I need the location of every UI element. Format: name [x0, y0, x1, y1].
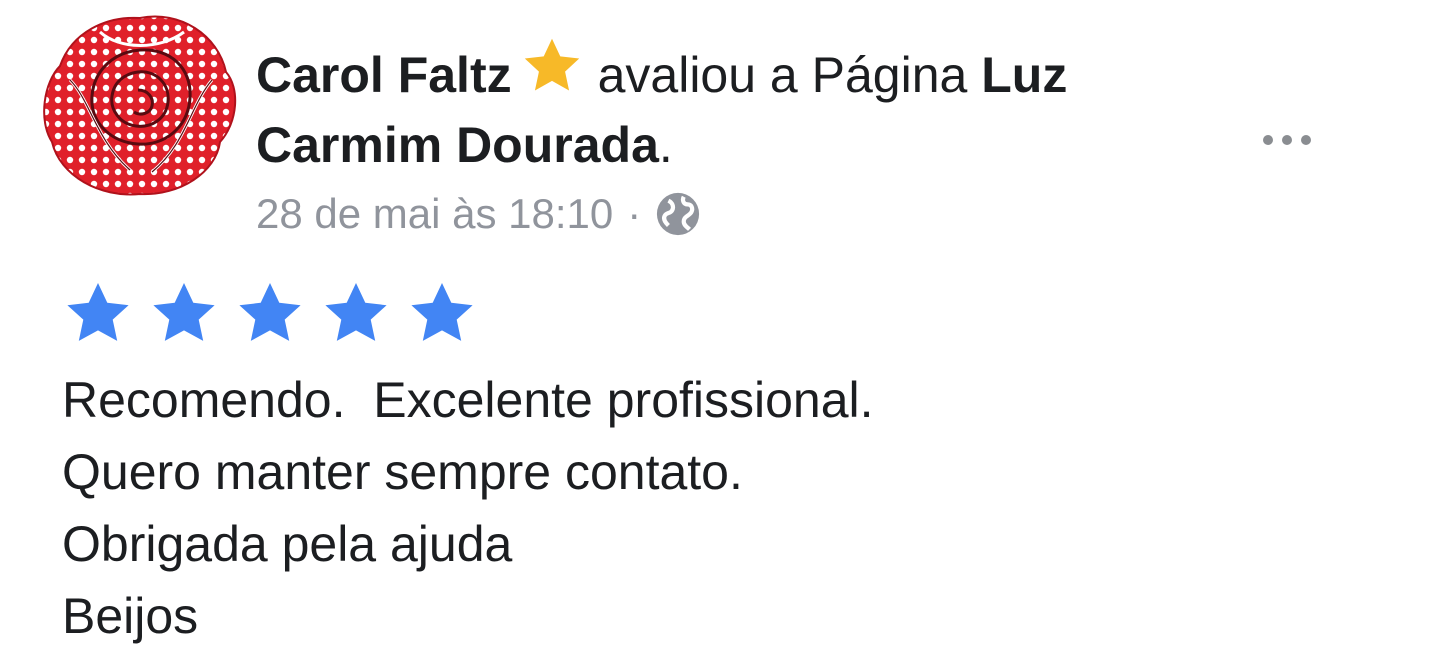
review-line: Beijos [62, 588, 199, 644]
rating-star-icon [153, 283, 215, 341]
review-post: Carol Faltz avaliou a Página Luz Carmim D… [0, 0, 1455, 672]
more-options-icon [1263, 135, 1273, 145]
rose-avatar-image [43, 15, 237, 196]
post-timestamp[interactable]: 28 de mai às 18:10 [256, 190, 613, 238]
action-text: avaliou a Página [597, 47, 968, 103]
author-name-link[interactable]: Carol Faltz [256, 47, 512, 103]
header-period: . [658, 117, 673, 173]
more-options-dot [1301, 135, 1311, 145]
star-badge-icon [520, 34, 584, 98]
globe-icon[interactable] [655, 191, 701, 237]
review-line: Obrigada pela ajuda [62, 516, 513, 572]
review-line: Recomendo. Excelente profissional. [62, 372, 874, 428]
review-text: Recomendo. Excelente profissional. Quero … [62, 364, 874, 652]
post-meta: 28 de mai às 18:10 · [256, 190, 701, 238]
more-options-dot [1282, 135, 1292, 145]
review-line: Quero manter sempre contato. [62, 444, 743, 500]
rating-star-icon [325, 283, 387, 341]
more-options-button[interactable] [1242, 112, 1332, 168]
post-header: Carol Faltz avaliou a Página Luz Carmim D… [256, 34, 1216, 180]
meta-separator: · [627, 190, 642, 237]
rating-star-icon [67, 283, 129, 341]
rating-stars [62, 280, 478, 346]
rating-star-icon [239, 283, 301, 341]
profile-avatar[interactable] [40, 10, 240, 200]
rating-star-icon [411, 283, 473, 341]
